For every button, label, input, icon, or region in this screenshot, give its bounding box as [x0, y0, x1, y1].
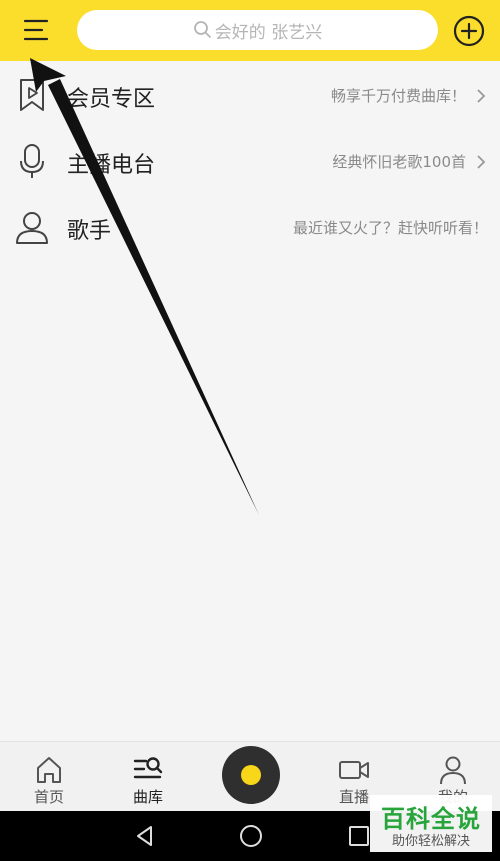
player-button[interactable]: [222, 746, 280, 804]
tab-home[interactable]: 首页: [4, 742, 94, 812]
bookmark-play-icon: [14, 77, 50, 113]
user-icon: [440, 756, 466, 785]
row-subtitle: 最近谁又火了？赶快听听看！: [292, 219, 488, 237]
list-item-singer[interactable]: 歌手 最近谁又火了？赶快听听看！: [0, 194, 500, 260]
chevron-right-icon: [474, 153, 488, 171]
menu-icon[interactable]: [20, 14, 52, 46]
home-icon: [37, 757, 61, 783]
tab-library[interactable]: 曲库: [103, 742, 193, 812]
row-title: 歌手: [67, 219, 112, 244]
record-icon: [241, 765, 261, 785]
search-placeholder: 会好的 张艺兴: [214, 22, 323, 43]
row-subtitle: 经典怀旧老歌100首: [332, 153, 466, 171]
add-icon[interactable]: [452, 14, 486, 48]
watermark: 百科全说 助你轻松解决: [370, 795, 492, 852]
list-item-radio[interactable]: 主播电台 经典怀旧老歌100首: [0, 128, 500, 194]
top-bar: 会好的 张艺兴: [0, 0, 500, 61]
row-title: 主播电台: [67, 153, 156, 178]
back-icon[interactable]: [133, 824, 157, 848]
watermark-subtitle: 助你轻松解决: [391, 834, 470, 849]
recents-icon[interactable]: [347, 824, 371, 848]
watermark-title: 百科全说: [381, 805, 481, 833]
library-search-icon: [133, 757, 163, 779]
list-item-vip[interactable]: 会员专区 畅享千万付费曲库！: [0, 62, 500, 128]
person-icon: [14, 209, 50, 245]
tab-label: 首页: [33, 788, 64, 806]
tab-label: 曲库: [132, 788, 163, 806]
search-icon: [193, 21, 211, 38]
search-input[interactable]: 会好的 张艺兴: [77, 10, 438, 50]
row-subtitle: 畅享千万付费曲库！: [330, 87, 466, 105]
chevron-right-icon: [474, 87, 488, 105]
home-circle-icon[interactable]: [239, 824, 263, 848]
video-camera-icon: [339, 761, 369, 779]
microphone-icon: [14, 143, 50, 179]
row-title: 会员专区: [67, 87, 156, 112]
